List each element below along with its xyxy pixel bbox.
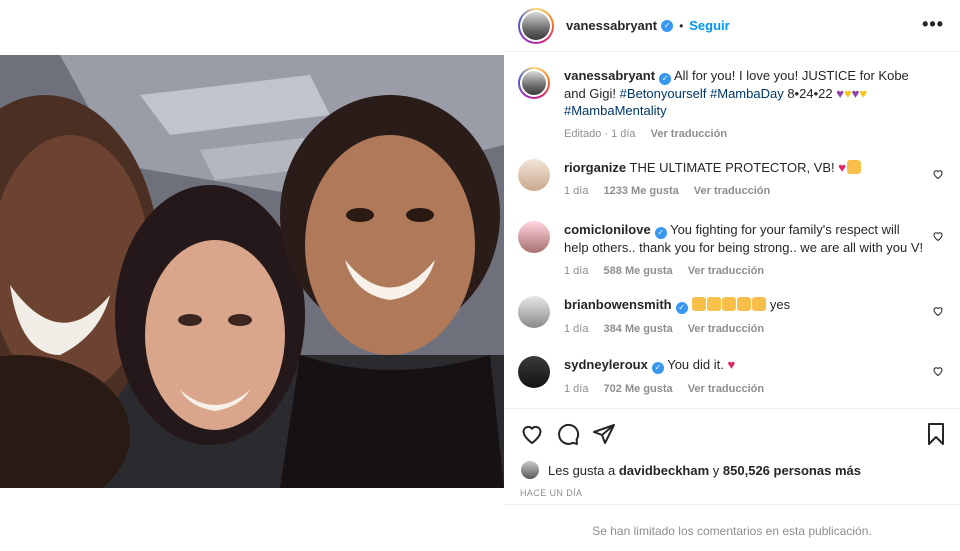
- comment-body: You did it.: [667, 357, 724, 372]
- comment-username[interactable]: sydneyleroux: [564, 357, 648, 372]
- comments-limited-notice: Se han limitado los comentarios en esta …: [504, 504, 960, 551]
- comment-meta: 1 día 1233 Me gusta Ver traducción: [564, 185, 948, 197]
- author-avatar[interactable]: [518, 7, 554, 44]
- yellow-heart-icon: ♥: [843, 86, 852, 101]
- caption-hashtag-2[interactable]: #MambaMentality: [564, 103, 667, 118]
- comment-text: sydneyleroux ✓ You did it. ♥: [564, 356, 924, 374]
- bookmark-icon[interactable]: [924, 422, 948, 446]
- verified-icon: ✓: [654, 227, 667, 239]
- comment-avatar[interactable]: [518, 159, 550, 191]
- comment-likes[interactable]: 702 Me gusta: [604, 383, 673, 395]
- comment-likes[interactable]: 1233 Me gusta: [604, 185, 679, 197]
- post-timestamp[interactable]: HACE UN DÍA: [520, 488, 582, 498]
- comment-time: 1 día: [564, 185, 589, 197]
- comment-username[interactable]: riorganize: [564, 160, 626, 175]
- comment-avatar[interactable]: [518, 296, 550, 328]
- comment-item: brianbowensmith ✓ yes 1 día 384 Me gusta …: [518, 296, 948, 335]
- comment-time: 1 día: [564, 265, 589, 277]
- more-options-icon[interactable]: •••: [922, 14, 944, 35]
- raised-hands-icon: [707, 297, 722, 311]
- comment-translate[interactable]: Ver traducción: [688, 265, 764, 277]
- left-panel: [0, 0, 504, 551]
- likes-user[interactable]: davidbeckham: [619, 463, 709, 478]
- comment-username[interactable]: comicIonilove: [564, 222, 651, 237]
- likes-prefix: Les gusta a: [548, 462, 616, 478]
- raised-hands-icon: [692, 297, 707, 311]
- red-heart-icon: ♥: [838, 160, 846, 175]
- like-comment-icon[interactable]: [932, 230, 944, 242]
- raised-hands-icon: [847, 160, 861, 174]
- post-photo[interactable]: [0, 55, 504, 488]
- comments-list[interactable]: vanessabryant ✓ All for you! I love you! …: [504, 53, 960, 408]
- comment-translate[interactable]: Ver traducción: [694, 185, 770, 197]
- comment-text: comicIonilove ✓ You fighting for your fam…: [564, 221, 924, 256]
- comment-username[interactable]: brianbowensmith: [564, 297, 672, 312]
- post-header: vanessabryant ✓ • Seguir •••: [504, 0, 960, 52]
- comment-likes[interactable]: 384 Me gusta: [604, 323, 673, 335]
- caption-username[interactable]: vanessabryant: [564, 68, 655, 83]
- comment-translate[interactable]: Ver traducción: [688, 383, 764, 395]
- caption-text: vanessabryant ✓ All for you! I love you! …: [564, 67, 924, 119]
- follow-button[interactable]: Seguir: [689, 18, 729, 33]
- comment-meta: 1 día 702 Me gusta Ver traducción: [564, 383, 948, 395]
- comment-text: riorganize THE ULTIMATE PROTECTOR, VB! ♥: [564, 159, 924, 176]
- caption-avatar[interactable]: [518, 67, 550, 99]
- comment-avatar[interactable]: [518, 356, 550, 388]
- share-icon[interactable]: [592, 422, 616, 446]
- comment-body: yes: [769, 297, 791, 312]
- raised-hands-icon: [737, 297, 752, 311]
- comment-translate[interactable]: Ver traducción: [688, 323, 764, 335]
- likes-count[interactable]: 850,526 personas más: [723, 463, 861, 478]
- like-comment-icon[interactable]: [932, 305, 944, 317]
- comment-item: riorganize THE ULTIMATE PROTECTOR, VB! ♥…: [518, 159, 948, 197]
- caption-meta: Editado · 1 día Ver traducción: [564, 128, 948, 140]
- raised-hands-icon: [752, 297, 767, 311]
- purple-heart-icon: ♥: [836, 86, 844, 101]
- photo-illustration: [0, 55, 504, 488]
- post-sidebar: vanessabryant ✓ • Seguir ••• vanessabrya…: [504, 0, 960, 551]
- red-heart-icon: ♥: [727, 357, 736, 372]
- caption-edited: Editado · 1 día: [564, 128, 636, 140]
- comment-time: 1 día: [564, 323, 589, 335]
- caption-translate[interactable]: Ver traducción: [651, 128, 727, 140]
- comment-item: comicIonilove ✓ You fighting for your fam…: [518, 221, 948, 277]
- separator-dot: •: [679, 18, 684, 33]
- yellow-heart-icon: ♥: [859, 86, 868, 101]
- liker-avatar[interactable]: [520, 460, 540, 480]
- comment-likes[interactable]: 588 Me gusta: [604, 265, 673, 277]
- author-username[interactable]: vanessabryant: [566, 18, 657, 33]
- likes-mid: y: [712, 462, 720, 478]
- caption-date: 8•24•22: [787, 86, 833, 101]
- verified-icon: ✓: [675, 302, 688, 314]
- raised-hands-icon: [722, 297, 737, 311]
- comment-time: 1 día: [564, 383, 589, 395]
- verified-icon: ✓: [659, 73, 672, 85]
- heart-icon[interactable]: [520, 422, 544, 446]
- likes-summary: Les gusta a davidbeckham y 850,526 perso…: [520, 460, 861, 480]
- caption: vanessabryant ✓ All for you! I love you! …: [518, 67, 948, 140]
- caption-hashtags[interactable]: #Betonyourself #MambaDay: [620, 86, 784, 101]
- like-comment-icon[interactable]: [932, 365, 944, 377]
- comment-icon[interactable]: [556, 422, 580, 446]
- like-comment-icon[interactable]: [932, 168, 944, 180]
- comment-meta: 1 día 588 Me gusta Ver traducción: [564, 265, 948, 277]
- comment-avatar[interactable]: [518, 221, 550, 253]
- comment-text: brianbowensmith ✓ yes: [564, 296, 924, 314]
- comment-meta: 1 día 384 Me gusta Ver traducción: [564, 323, 948, 335]
- verified-icon: ✓: [651, 362, 664, 374]
- post-actions: [504, 408, 960, 458]
- comment-body: THE ULTIMATE PROTECTOR, VB!: [629, 160, 835, 175]
- comment-item: sydneyleroux ✓ You did it. ♥ 1 día 702 Me…: [518, 356, 948, 395]
- verified-icon: ✓: [661, 19, 674, 32]
